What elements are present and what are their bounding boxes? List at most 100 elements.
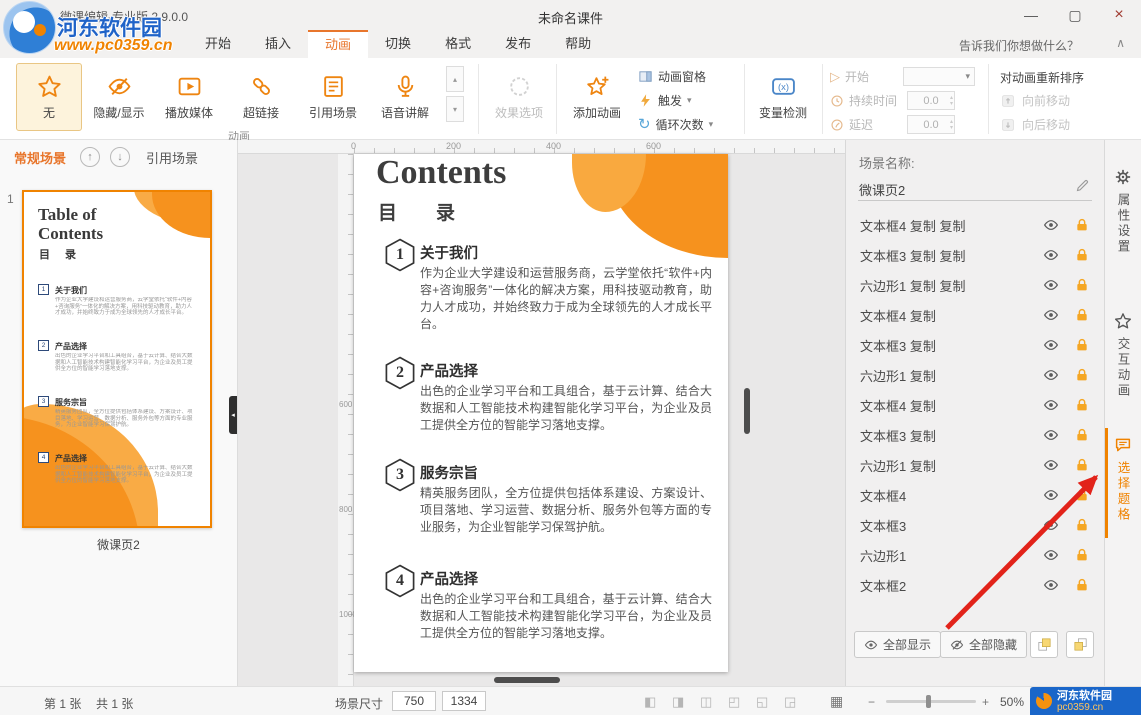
move-forward-button[interactable]: 向前移动 — [1000, 92, 1070, 109]
loop-count-button[interactable]: ↻ 循环次数 ▾ — [638, 116, 713, 133]
gallery-scroll-up-button[interactable]: ▴ — [446, 66, 464, 92]
hide-all-button[interactable]: 全部隐藏 — [940, 631, 1027, 658]
collapse-ribbon-icon[interactable]: ∧ — [1116, 36, 1125, 50]
visibility-eye-icon[interactable] — [1043, 427, 1059, 443]
tab-transition[interactable]: 切换 — [368, 30, 428, 58]
animation-none-button[interactable]: 无 — [16, 63, 82, 131]
lock-icon[interactable] — [1074, 367, 1090, 383]
visibility-eye-icon[interactable] — [1043, 247, 1059, 263]
start-setting-row[interactable]: ▷ 开始 ▾ — [830, 67, 975, 86]
align-middle-icon[interactable]: ◱ — [756, 694, 768, 710]
scene-height-input[interactable] — [442, 691, 486, 711]
layer-row[interactable]: 文本框2 — [846, 570, 1104, 600]
visibility-eye-icon[interactable] — [1043, 337, 1059, 353]
tab-help[interactable]: 帮助 — [548, 30, 608, 58]
visibility-eye-icon[interactable] — [1043, 547, 1059, 563]
layer-row[interactable]: 六边形1 — [846, 540, 1104, 570]
duration-setting-row[interactable]: 持续时间 0.0 ▴▾ — [830, 91, 955, 110]
tab-referenced-scenes[interactable]: 引用场景 — [146, 148, 198, 167]
delay-input[interactable]: 0.0 ▴▾ — [907, 115, 955, 134]
add-animation-button[interactable]: 添加动画 — [564, 63, 630, 131]
play-media-button[interactable]: 播放媒体 — [156, 63, 222, 131]
visibility-eye-icon[interactable] — [1043, 217, 1059, 233]
zoom-out-button[interactable]: − — [868, 695, 875, 709]
scene-move-down-button[interactable]: ↓ — [110, 147, 130, 167]
stepper-icon[interactable]: ▴▾ — [950, 116, 953, 133]
visibility-eye-icon[interactable] — [1043, 577, 1059, 593]
start-dropdown[interactable]: ▾ — [903, 67, 975, 86]
slide-canvas[interactable]: Contents 目 录 1 关于我们 作为企业大学建设和运营服务商，云学堂依托… — [354, 154, 728, 672]
lock-icon[interactable] — [1074, 517, 1090, 533]
scene-name-value[interactable]: 微课页2 — [859, 180, 905, 199]
voice-narration-button[interactable]: 语音讲解 — [372, 63, 438, 131]
canvas-vertical-scrollbar[interactable] — [744, 388, 750, 434]
visibility-eye-icon[interactable] — [1043, 307, 1059, 323]
move-backward-button[interactable]: 向后移动 — [1000, 116, 1070, 133]
visibility-eye-icon[interactable] — [1043, 397, 1059, 413]
layer-row[interactable]: 文本框4 复制 — [846, 300, 1104, 330]
tab-interactive-animation[interactable]: 交互动画 — [1105, 312, 1141, 399]
layer-row[interactable]: 六边形1 复制 — [846, 360, 1104, 390]
lock-icon[interactable] — [1074, 427, 1090, 443]
zoom-slider[interactable] — [886, 700, 976, 703]
layer-row[interactable]: 六边形1 复制 — [846, 450, 1104, 480]
bell-icon[interactable] — [1098, 694, 1113, 709]
lock-icon[interactable] — [1074, 247, 1090, 263]
canvas-horizontal-scrollbar[interactable] — [494, 677, 560, 683]
maximize-button[interactable]: ▢ — [1053, 0, 1097, 30]
delay-setting-row[interactable]: 延迟 0.0 ▴▾ — [830, 115, 955, 134]
effect-options-button[interactable]: 效果选项 — [486, 63, 552, 131]
layer-row[interactable]: 文本框4 — [846, 480, 1104, 510]
zoom-in-button[interactable]: + — [982, 695, 989, 709]
slide-thumbnail[interactable]: Table of Contents 目 录 1 关于我们 作为企业大学建设和运营… — [22, 190, 212, 528]
edit-pencil-icon[interactable] — [1075, 178, 1090, 193]
lock-icon[interactable] — [1074, 217, 1090, 233]
send-backward-button[interactable] — [1066, 631, 1094, 658]
animation-pane-button[interactable]: 动画窗格 — [638, 68, 706, 85]
tab-quiz-panel[interactable]: 选择题格 — [1105, 436, 1141, 523]
visibility-eye-icon[interactable] — [1043, 277, 1059, 293]
zoom-slider-thumb[interactable] — [926, 695, 931, 708]
grid-view-icon[interactable]: ▦ — [830, 693, 843, 710]
lock-icon[interactable] — [1074, 577, 1090, 593]
duration-input[interactable]: 0.0 ▴▾ — [907, 91, 955, 110]
hyperlink-button[interactable]: 超链接 — [228, 63, 294, 131]
slide-subtitle[interactable]: 目 录 — [378, 198, 465, 225]
tab-publish[interactable]: 发布 — [488, 30, 548, 58]
align-bottom-icon[interactable]: ◲ — [784, 694, 796, 710]
lock-icon[interactable] — [1074, 397, 1090, 413]
variable-check-button[interactable]: (x) 变量检测 — [752, 63, 814, 131]
panel-collapse-handle[interactable]: ◂ — [229, 396, 237, 434]
align-center-icon[interactable]: ◨ — [672, 694, 684, 710]
layer-row[interactable]: 文本框3 复制 — [846, 420, 1104, 450]
visibility-eye-icon[interactable] — [1043, 367, 1059, 383]
lock-icon[interactable] — [1074, 277, 1090, 293]
scene-move-up-button[interactable]: ↑ — [80, 147, 100, 167]
align-right-icon[interactable]: ◫ — [700, 694, 712, 710]
layer-row[interactable]: 文本框3 复制 — [846, 330, 1104, 360]
slide-title[interactable]: Contents — [376, 154, 506, 192]
tab-normal-scenes[interactable]: 常规场景 — [14, 148, 66, 167]
bring-forward-button[interactable] — [1030, 631, 1058, 658]
visibility-eye-icon[interactable] — [1043, 487, 1059, 503]
lock-icon[interactable] — [1074, 487, 1090, 503]
scene-width-input[interactable] — [392, 691, 436, 711]
minimize-button[interactable]: — — [1009, 0, 1053, 30]
tell-me-search[interactable]: 告诉我们你想做什么？ — [959, 37, 1079, 54]
layer-row[interactable]: 文本框3 复制 复制 — [846, 240, 1104, 270]
stepper-icon[interactable]: ▴▾ — [950, 92, 953, 109]
show-all-button[interactable]: 全部显示 — [854, 631, 941, 658]
layer-row[interactable]: 文本框4 复制 复制 — [846, 210, 1104, 240]
reference-scene-button[interactable]: 引用场景 — [300, 63, 366, 131]
layer-row[interactable]: 文本框3 — [846, 510, 1104, 540]
gallery-scroll-down-button[interactable]: ▾ — [446, 96, 464, 122]
fit-to-screen-icon[interactable] — [1062, 694, 1077, 709]
tab-property-settings[interactable]: 属性设置 — [1105, 168, 1141, 255]
tab-animation[interactable]: 动画 — [308, 30, 368, 58]
layer-row[interactable]: 文本框4 复制 — [846, 390, 1104, 420]
close-button[interactable]: × — [1097, 0, 1141, 30]
visibility-eye-icon[interactable] — [1043, 457, 1059, 473]
lock-icon[interactable] — [1074, 307, 1090, 323]
visibility-eye-icon[interactable] — [1043, 517, 1059, 533]
align-top-icon[interactable]: ◰ — [728, 694, 740, 710]
